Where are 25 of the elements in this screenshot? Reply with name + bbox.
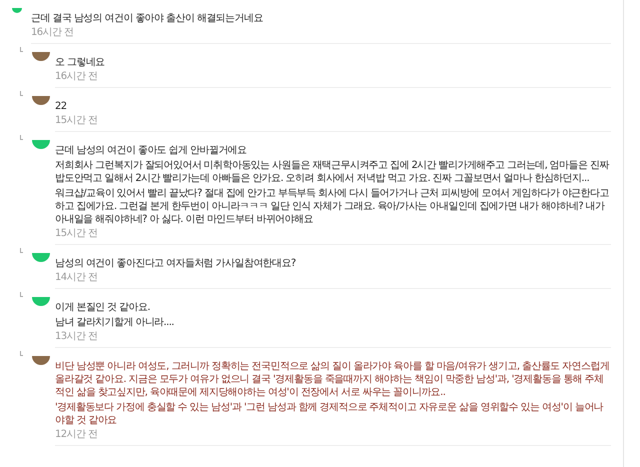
timestamp: 14시간 전 (55, 272, 98, 284)
comment-text: 이게 본질인 것 같아요. (55, 301, 151, 314)
comment-text: 남녀 갈라치기할게 아니라.... (55, 316, 175, 329)
comment-text: 워크샵/교육이 있어서 빨리 끝났다? 절대 집에 안가고 부득부득 회사에 다시 들어가거나 근처 피씨방에 모여서 게임하다가 야근한다고 하고 집에가요. 그런걸 본게 한두번이 아니라ㅋㅋㅋ 일단 인식 자체가 그래요. 육아/가사는 아내일인데 집에가면 내가 해야하네? 내가 아내일을 해줘야하네? 아 싫다. 이런 마인드부터 바뀌어야해요 (55, 187, 610, 226)
avatar (32, 356, 50, 365)
avatar (32, 52, 50, 61)
timestamp: 15시간 전 (55, 228, 98, 240)
comment-text: '경제활동보다 가정에 충실할 수 있는 남성'과 '그런 남성과 함께 경제적으로 주체적이고 자유로운 삶을 영위할수 있는 여성'이 늘어나야할 것 같아요 (55, 401, 604, 427)
comment-text: 근데 결국 남성의 여건이 좋아야 출산이 해결되는거네요 (31, 12, 264, 25)
comment-text: 22 (55, 100, 68, 113)
avatar (32, 297, 50, 306)
timestamp: 16시간 전 (55, 71, 98, 83)
timestamp: 12시간 전 (55, 429, 98, 441)
avatar (12, 8, 22, 13)
avatar (32, 253, 50, 262)
timestamp: 13시간 전 (55, 331, 98, 343)
avatar (32, 96, 50, 105)
comment-text: 근데 남성의 여건이 좋아도 쉽게 안바뀔거에요 (55, 144, 248, 157)
comment-text: 비단 남성뿐 아니라 여성도, 그러니까 정확히는 전국민적으로 삶의 질이 올라가야 육아를 할 마음/여유가 생기고, 출산률도 자연스럽게 올라갈것 같아요. 지금은 모두가 여유가 없으니 결국 '경제활동을 죽을때까지 해야하는 책임이 막중한 남성'과, '경제활동을 통해 주체적인 삶을 찾고싶지만, 육아때문에 제지당해야하는 여성'이 전장에서 서로 싸우는 꼴이니까요.. (55, 360, 610, 399)
timestamp: 15시간 전 (55, 115, 98, 127)
timestamp: 16시간 전 (31, 27, 74, 39)
comment-text: 남성의 여건이 좋아진다고 여자들처럼 가사일참여한대요? (55, 257, 297, 270)
comment-text: 오 그렇네요 (55, 56, 106, 69)
avatar (32, 140, 50, 149)
comment-text: 저희회사 그런복지가 잘되어있어서 미취학아동있는 사원들은 재택근무시켜주고 집에 2시간 빨리가게해주고 그러는데, 엄마들은 진짜 밥도안먹고 일해서 2시간 빨리가는데 아빠들은 안가요. 오히려 회사에서 저녁밥 먹고 가요. 진짜 그꼴보면서 얼마나 한심하던지... (55, 159, 610, 185)
